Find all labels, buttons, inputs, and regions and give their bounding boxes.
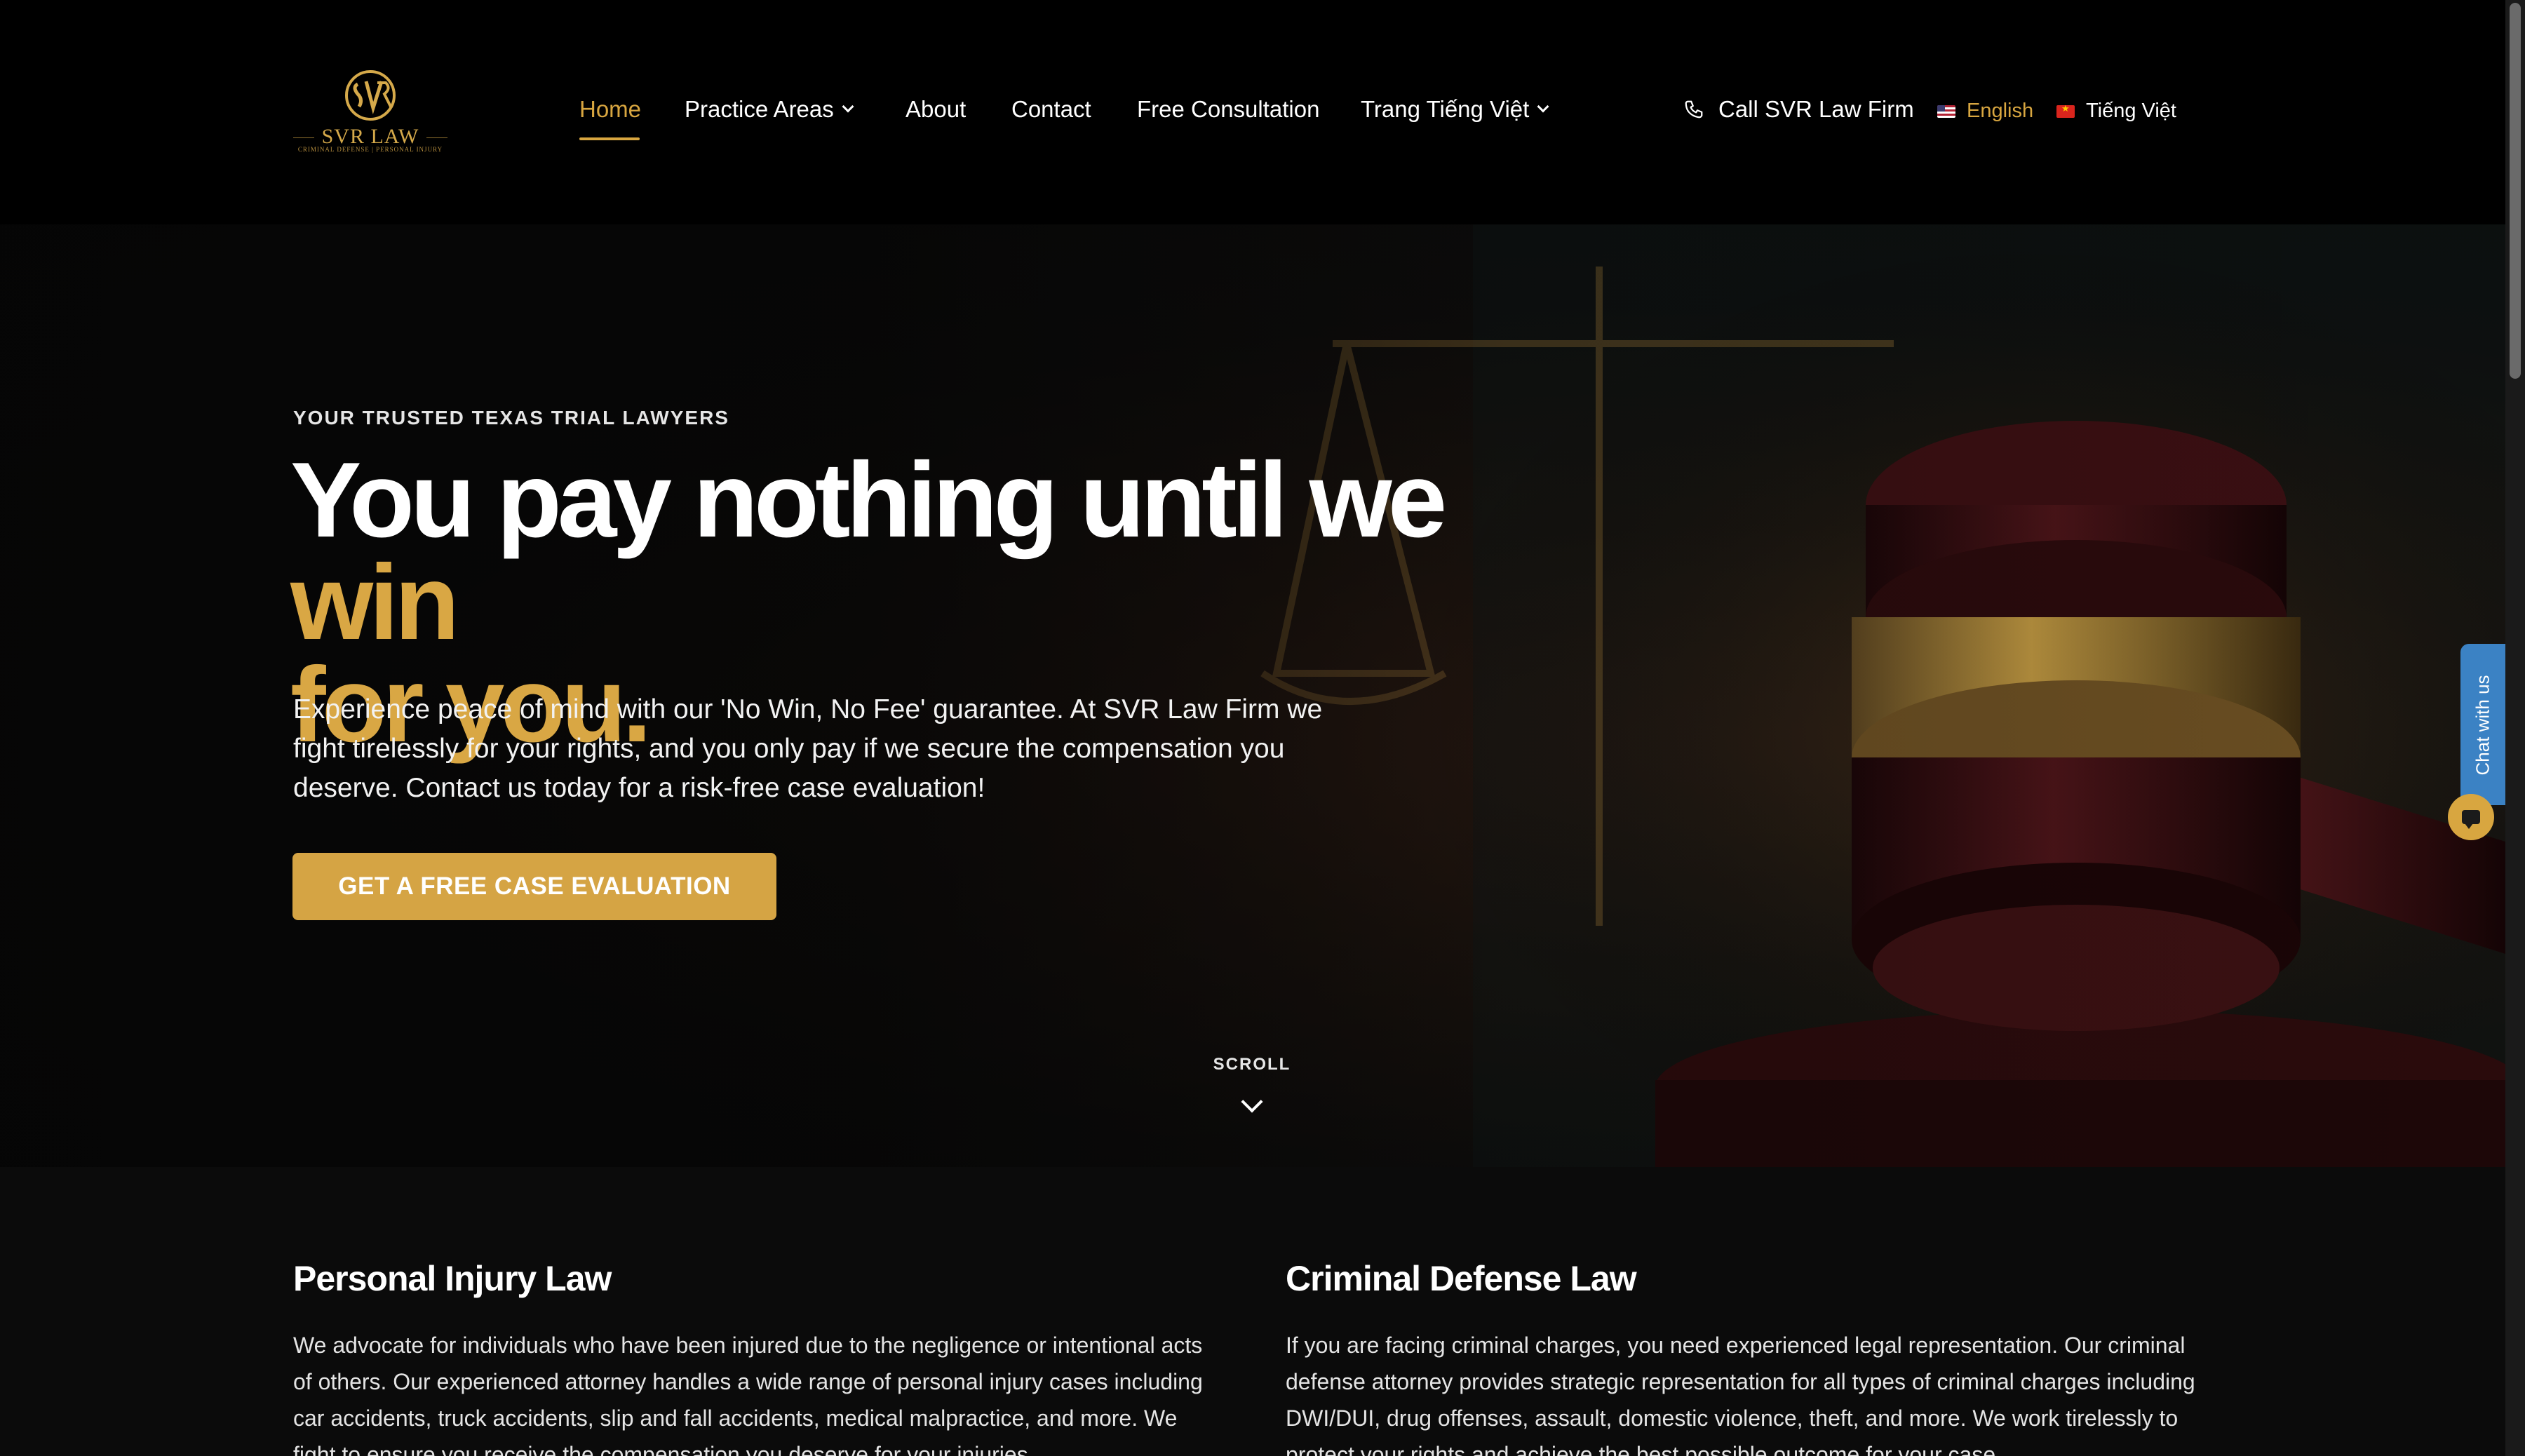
hero-section: YOUR TRUSTED TEXAS TRIAL LAWYERS You pay… (0, 224, 2505, 1167)
nav-practice-areas-label: Practice Areas (685, 96, 834, 122)
nav-contact-label: Contact (1011, 96, 1091, 122)
site-logo[interactable]: SVR LAW CRIMINAL DEFENSE | PERSONAL INJU… (293, 67, 447, 159)
phone-icon (1685, 100, 1703, 119)
nav-free-consultation[interactable]: Free Consultation (1137, 96, 1319, 123)
criminal-defense-title: Criminal Defense Law (1286, 1259, 1637, 1298)
lang-vietnamese-label: Tiếng Việt (2086, 100, 2176, 122)
nav-contact[interactable]: Contact (1011, 96, 1091, 123)
nav-home-label: Home (579, 96, 642, 122)
logo-tagline: CRIMINAL DEFENSE | PERSONAL INJURY (297, 146, 443, 153)
logo-wordmark: SVR LAW (321, 125, 419, 148)
criminal-defense-description: If you are facing criminal charges, you … (1286, 1333, 2195, 1456)
hero-description: Experience peace of mind with our 'No Wi… (293, 694, 1323, 803)
nav-vietnamese-page-label: Trang Tiếng Việt (1361, 96, 1530, 122)
personal-injury-description: We advocate for individuals who have bee… (293, 1333, 1203, 1456)
svr-monogram-icon (345, 70, 396, 121)
flag-vn-icon (2056, 105, 2075, 118)
nav-vietnamese-page[interactable]: Trang Tiếng Việt (1361, 96, 1549, 123)
active-nav-underline (579, 137, 640, 140)
chevron-down-icon (1537, 100, 1549, 113)
headline-gold-text-1: win (290, 543, 459, 662)
hero-eyebrow: YOUR TRUSTED TEXAS TRIAL LAWYERS (293, 407, 729, 429)
chat-bubble-button[interactable] (2448, 794, 2494, 840)
criminal-defense-card: Criminal Defense Law If you are facing c… (1286, 1258, 2197, 1456)
nav-free-consultation-label: Free Consultation (1137, 96, 1320, 122)
site-header: SVR LAW CRIMINAL DEFENSE | PERSONAL INJU… (0, 0, 2505, 224)
nav-home[interactable]: Home (579, 96, 641, 123)
chevron-down-icon (842, 100, 854, 113)
personal-injury-card: Personal Injury Law We advocate for indi… (293, 1258, 1205, 1456)
free-case-evaluation-button[interactable]: GET A FREE CASE EVALUATION (292, 853, 776, 920)
flag-us-icon (1937, 105, 1955, 118)
call-firm-link[interactable]: Call SVR Law Firm (1683, 96, 1914, 123)
nav-practice-areas[interactable]: Practice Areas (685, 96, 854, 123)
chat-with-us-label: Chat with us (2472, 675, 2493, 776)
logo-rule-right (426, 137, 447, 138)
personal-injury-title: Personal Injury Law (293, 1259, 612, 1298)
practice-areas-section: Personal Injury Law We advocate for indi… (0, 1167, 2505, 1456)
scroll-indicator-label[interactable]: SCROLL (1192, 1055, 1312, 1074)
call-firm-label: Call SVR Law Firm (1718, 96, 1914, 122)
lang-english-label: English (1967, 100, 2034, 122)
nav-about-label: About (905, 96, 967, 122)
headline-white-text: You pay nothing until we (290, 440, 1447, 560)
lang-vietnamese[interactable]: Tiếng Việt (2056, 100, 2176, 123)
lang-english[interactable]: English (1937, 100, 2033, 123)
nav-about[interactable]: About (905, 96, 966, 123)
page-scrollbar-thumb[interactable] (2510, 3, 2521, 379)
chat-icon (2462, 810, 2480, 829)
